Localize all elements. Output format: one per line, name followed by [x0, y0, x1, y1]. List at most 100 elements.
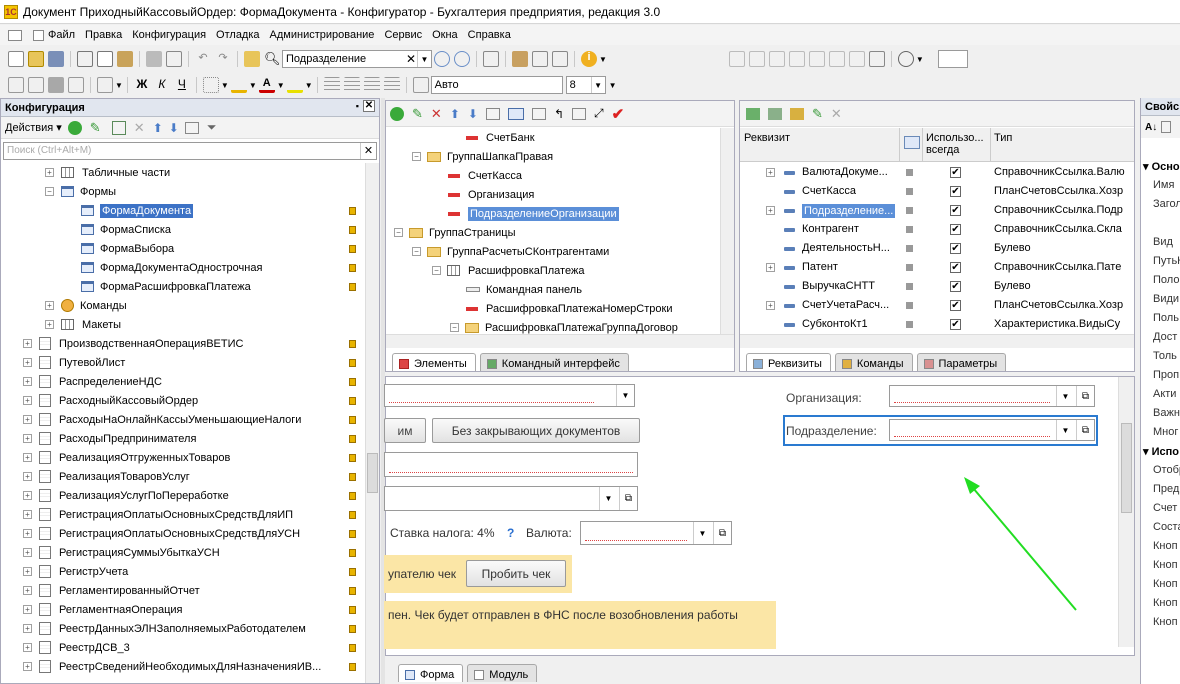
- attribute-row[interactable]: ДеятельностьН... ✔ Булево: [740, 239, 1134, 258]
- property-item[interactable]: Соста: [1153, 521, 1180, 540]
- menu-help[interactable]: Справка: [463, 29, 516, 41]
- form-field-3[interactable]: [384, 452, 638, 477]
- syntax-helper-icon[interactable]: [532, 51, 548, 67]
- attribute-row[interactable]: + Патент ✔ СправочникСсылка.Пате: [740, 258, 1134, 277]
- move-down-icon[interactable]: ⬇: [169, 121, 179, 135]
- insert-dropdown-icon[interactable]: ▼: [115, 81, 123, 90]
- template-icon[interactable]: [552, 51, 568, 67]
- tree-item[interactable]: ФормаРасшифровкаПлатежа: [81, 277, 251, 296]
- sort-icon[interactable]: [184, 121, 199, 134]
- property-item[interactable]: Кноп: [1153, 578, 1178, 597]
- use-always-checkbox[interactable]: ✔: [950, 300, 961, 311]
- tree-item[interactable]: + РегистрацияСуммыУбыткаУСН: [23, 543, 220, 562]
- property-item[interactable]: Отобр: [1153, 464, 1180, 483]
- punch-check-button[interactable]: Пробить чек: [466, 560, 566, 587]
- attribute-row[interactable]: СубконтоКт1 ✔ Характеристика.ВидыСу: [740, 315, 1134, 334]
- element-item[interactable]: ПодразделениеОрганизации: [432, 204, 619, 223]
- expand-icon[interactable]: +: [23, 529, 32, 538]
- expand-icon[interactable]: +: [23, 643, 32, 652]
- tab-command-interface[interactable]: Командный интерфейс: [479, 353, 629, 371]
- use-always-checkbox[interactable]: ✔: [950, 167, 961, 178]
- expand-icon[interactable]: +: [23, 662, 32, 671]
- tab-parameters[interactable]: Параметры: [916, 353, 1007, 371]
- element-item[interactable]: СчетКасса: [432, 166, 522, 185]
- tree-item[interactable]: ФормаВыбора: [81, 239, 174, 258]
- open-icon[interactable]: ⧉: [1076, 420, 1094, 440]
- actions-menu[interactable]: Действия ▾: [5, 121, 62, 134]
- attribute-row[interactable]: СчетКасса ✔ ПланСчетовСсылка.Хозр: [740, 182, 1134, 201]
- insert-icon[interactable]: [97, 77, 113, 93]
- tree-item[interactable]: + РегистрацияОплатыОсновныхСредствДляИП: [23, 505, 293, 524]
- find-in-folder-icon[interactable]: [244, 51, 260, 67]
- fill-dropdown-icon[interactable]: ▼: [249, 81, 257, 90]
- edit-icon[interactable]: ✎: [812, 106, 823, 122]
- font-combo[interactable]: Авто: [430, 76, 563, 94]
- expand-icon[interactable]: +: [766, 301, 775, 310]
- org-field[interactable]: ▼ ⧉: [889, 385, 1095, 407]
- menu-configuration[interactable]: Конфигурация: [127, 29, 211, 41]
- element-item[interactable]: − ГруппаРасчетыСКонтрагентами: [412, 242, 609, 261]
- clock-icon[interactable]: [897, 51, 914, 67]
- chevron-down-icon[interactable]: ▼: [417, 51, 431, 67]
- breakpoint-list-icon[interactable]: [828, 51, 845, 67]
- expand-icon[interactable]: +: [45, 168, 54, 177]
- db-icon[interactable]: [48, 77, 64, 93]
- use-always-checkbox[interactable]: ✔: [950, 205, 961, 216]
- border-icon[interactable]: [202, 77, 219, 93]
- property-item[interactable]: ПутьН: [1153, 255, 1180, 274]
- property-item[interactable]: Поль: [1153, 312, 1179, 331]
- tree-item[interactable]: + РасходныйКассовыйОрдер: [23, 391, 198, 410]
- tree-item[interactable]: + ПроизводственнаяОперацияВЕТИС: [23, 334, 243, 353]
- categorize-icon[interactable]: [1161, 121, 1172, 133]
- layout-icon[interactable]: [572, 107, 586, 120]
- check-icon[interactable]: ✔: [612, 105, 625, 123]
- tree-item[interactable]: − Формы: [45, 182, 116, 201]
- header-attribute[interactable]: Реквизит: [744, 132, 790, 144]
- expand-icon[interactable]: +: [23, 339, 32, 348]
- edit-icon[interactable]: ✎: [412, 106, 423, 122]
- stop-icon[interactable]: [868, 51, 885, 67]
- property-item[interactable]: Имя: [1153, 179, 1174, 198]
- open-icon[interactable]: [28, 51, 44, 67]
- use-always-checkbox[interactable]: ✔: [950, 262, 961, 273]
- align-left-icon[interactable]: [323, 77, 340, 93]
- windows-icon[interactable]: [483, 51, 499, 67]
- property-item[interactable]: Толь: [1153, 350, 1177, 369]
- attribute-row[interactable]: Контрагент ✔ СправочникСсылка.Скла: [740, 220, 1134, 239]
- clear-icon[interactable]: ✕: [406, 52, 416, 66]
- search-combo[interactable]: Подразделение ✕ ▼: [282, 50, 432, 68]
- font-icon[interactable]: [412, 77, 429, 93]
- highlight-dropdown-icon[interactable]: ▼: [305, 81, 313, 90]
- attribute-row[interactable]: + Подразделение... ✔ СправочникСсылка.Подр: [740, 201, 1134, 220]
- expand-icon[interactable]: +: [23, 624, 32, 633]
- sort-alpha-icon[interactable]: A↓: [1145, 122, 1157, 133]
- tab-form[interactable]: Форма: [398, 664, 464, 682]
- print-icon[interactable]: [146, 51, 162, 67]
- property-item[interactable]: Кноп: [1153, 616, 1178, 635]
- elements-scrollbar[interactable]: [720, 128, 734, 334]
- info-dropdown-icon[interactable]: ▼: [599, 55, 607, 64]
- element-item[interactable]: − ГруппаСтраницы: [394, 223, 516, 242]
- resize-icon[interactable]: ⤢: [594, 106, 604, 121]
- property-item[interactable]: Важн: [1153, 407, 1180, 426]
- add-icon[interactable]: [67, 120, 82, 135]
- property-item[interactable]: Вид: [1153, 236, 1173, 255]
- expand-icon[interactable]: +: [766, 206, 775, 215]
- add-param-icon[interactable]: [790, 107, 804, 120]
- form-field-1[interactable]: ▼: [384, 384, 635, 407]
- scroll-thumb[interactable]: [1121, 423, 1132, 513]
- delete-icon[interactable]: ✕: [134, 120, 145, 136]
- collapse-icon[interactable]: −: [394, 228, 403, 237]
- grid-icon[interactable]: [8, 77, 24, 93]
- config-scrollbar[interactable]: [365, 163, 379, 683]
- property-item[interactable]: Проп: [1153, 369, 1179, 388]
- header-type[interactable]: Тип: [994, 132, 1012, 144]
- element-item[interactable]: СчетБанк: [450, 128, 535, 147]
- expand-icon[interactable]: +: [45, 301, 54, 310]
- redirect-icon[interactable]: ↰: [554, 107, 564, 121]
- move-down-icon[interactable]: ⬇: [468, 107, 478, 121]
- tree-item[interactable]: + РегистрацияОплатыОсновныхСредствДляУСН: [23, 524, 300, 543]
- tree-item[interactable]: + РеализацияТоваровУслуг: [23, 467, 190, 486]
- save-icon[interactable]: [48, 51, 64, 67]
- expand-icon[interactable]: +: [766, 168, 775, 177]
